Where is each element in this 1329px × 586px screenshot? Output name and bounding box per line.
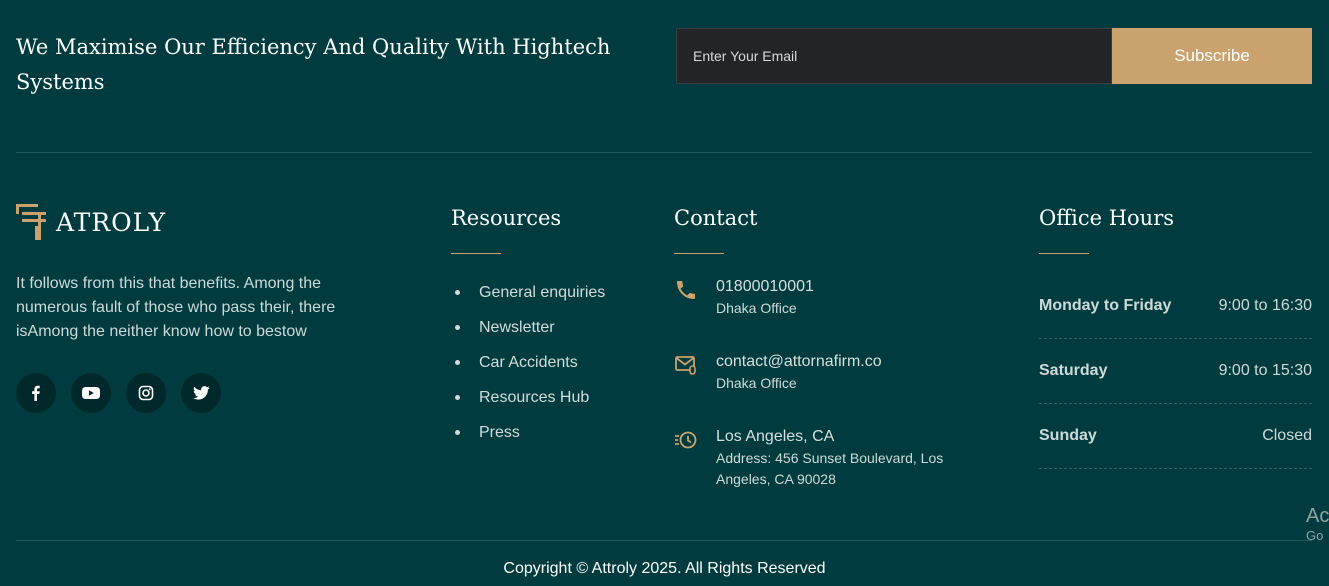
hours-time: 9:00 to 15:30 — [1218, 362, 1312, 379]
hours-time: 9:00 to 16:30 — [1218, 297, 1312, 314]
brand-description: It follows from this that benefits. Amon… — [16, 275, 336, 340]
newsletter-title: We Maximise Our Efficiency And Quality W… — [16, 35, 611, 94]
youtube-button[interactable] — [71, 373, 111, 413]
hours-row: Sunday Closed — [1039, 404, 1312, 469]
brand-logo[interactable]: ATROLY — [16, 202, 166, 242]
social-links — [16, 373, 221, 413]
facebook-button[interactable] — [16, 373, 56, 413]
contact-city: Los Angeles, CA — [716, 428, 835, 445]
twitter-button[interactable] — [181, 373, 221, 413]
contact-email: contact@attornafirm.co Dhaka Office — [674, 351, 966, 394]
resources-link[interactable]: Newsletter — [451, 310, 605, 345]
hours-day: Sunday — [1039, 427, 1097, 444]
instagram-icon — [138, 385, 154, 401]
resources-link[interactable]: Car Accidents — [451, 345, 605, 380]
contact-phone-office: Dhaka Office — [716, 300, 797, 316]
email-input[interactable] — [676, 28, 1112, 84]
contact-address: Los Angeles, CA Address: 456 Sunset Boul… — [674, 426, 966, 490]
copyright-text: Copyright © Attroly 2025. All Rights Res… — [503, 560, 826, 577]
resources-underline — [451, 253, 501, 254]
resources-list: General enquiries Newsletter Car Acciden… — [451, 275, 605, 450]
contact-street-address: Address: 456 Sunset Boulevard, Los Angel… — [716, 450, 944, 487]
instagram-button[interactable] — [126, 373, 166, 413]
brand-name: ATROLY — [56, 207, 167, 237]
hours-day: Monday to Friday — [1039, 297, 1172, 314]
hours-row: Monday to Friday 9:00 to 16:30 — [1039, 274, 1312, 339]
mail-icon — [675, 356, 696, 375]
contact-title: Contact — [674, 206, 758, 230]
resources-link[interactable]: Press — [451, 415, 605, 450]
facebook-icon — [32, 385, 40, 401]
subscribe-button[interactable]: Subscribe — [1112, 28, 1312, 84]
resources-title: Resources — [451, 206, 562, 230]
hours-day: Saturday — [1039, 362, 1108, 379]
office-hours-underline — [1039, 253, 1089, 254]
resources-link[interactable]: Resources Hub — [451, 380, 605, 415]
resources-link[interactable]: General enquiries — [451, 275, 605, 310]
phone-icon — [677, 281, 695, 299]
pillar-logo-icon — [16, 204, 46, 240]
contact-email-office: Dhaka Office — [716, 375, 797, 391]
contact-phone: 01800010001 Dhaka Office — [674, 276, 966, 319]
hours-row: Saturday 9:00 to 15:30 — [1039, 339, 1312, 404]
watermark-line-2: Go — [1306, 528, 1324, 543]
contact-underline — [674, 253, 724, 254]
activation-watermark: Ac Go — [1306, 505, 1329, 545]
top-divider — [16, 152, 1312, 153]
contact-email-address[interactable]: contact@attornafirm.co — [716, 351, 966, 373]
watermark-line-1: Ac — [1306, 505, 1329, 527]
contact-phone-number[interactable]: 01800010001 — [716, 276, 966, 298]
clock-history-icon — [675, 431, 697, 449]
twitter-icon — [192, 386, 210, 400]
youtube-icon — [82, 387, 100, 399]
hours-time: Closed — [1262, 427, 1312, 444]
office-hours-title: Office Hours — [1039, 206, 1175, 230]
bottom-divider — [16, 540, 1312, 541]
